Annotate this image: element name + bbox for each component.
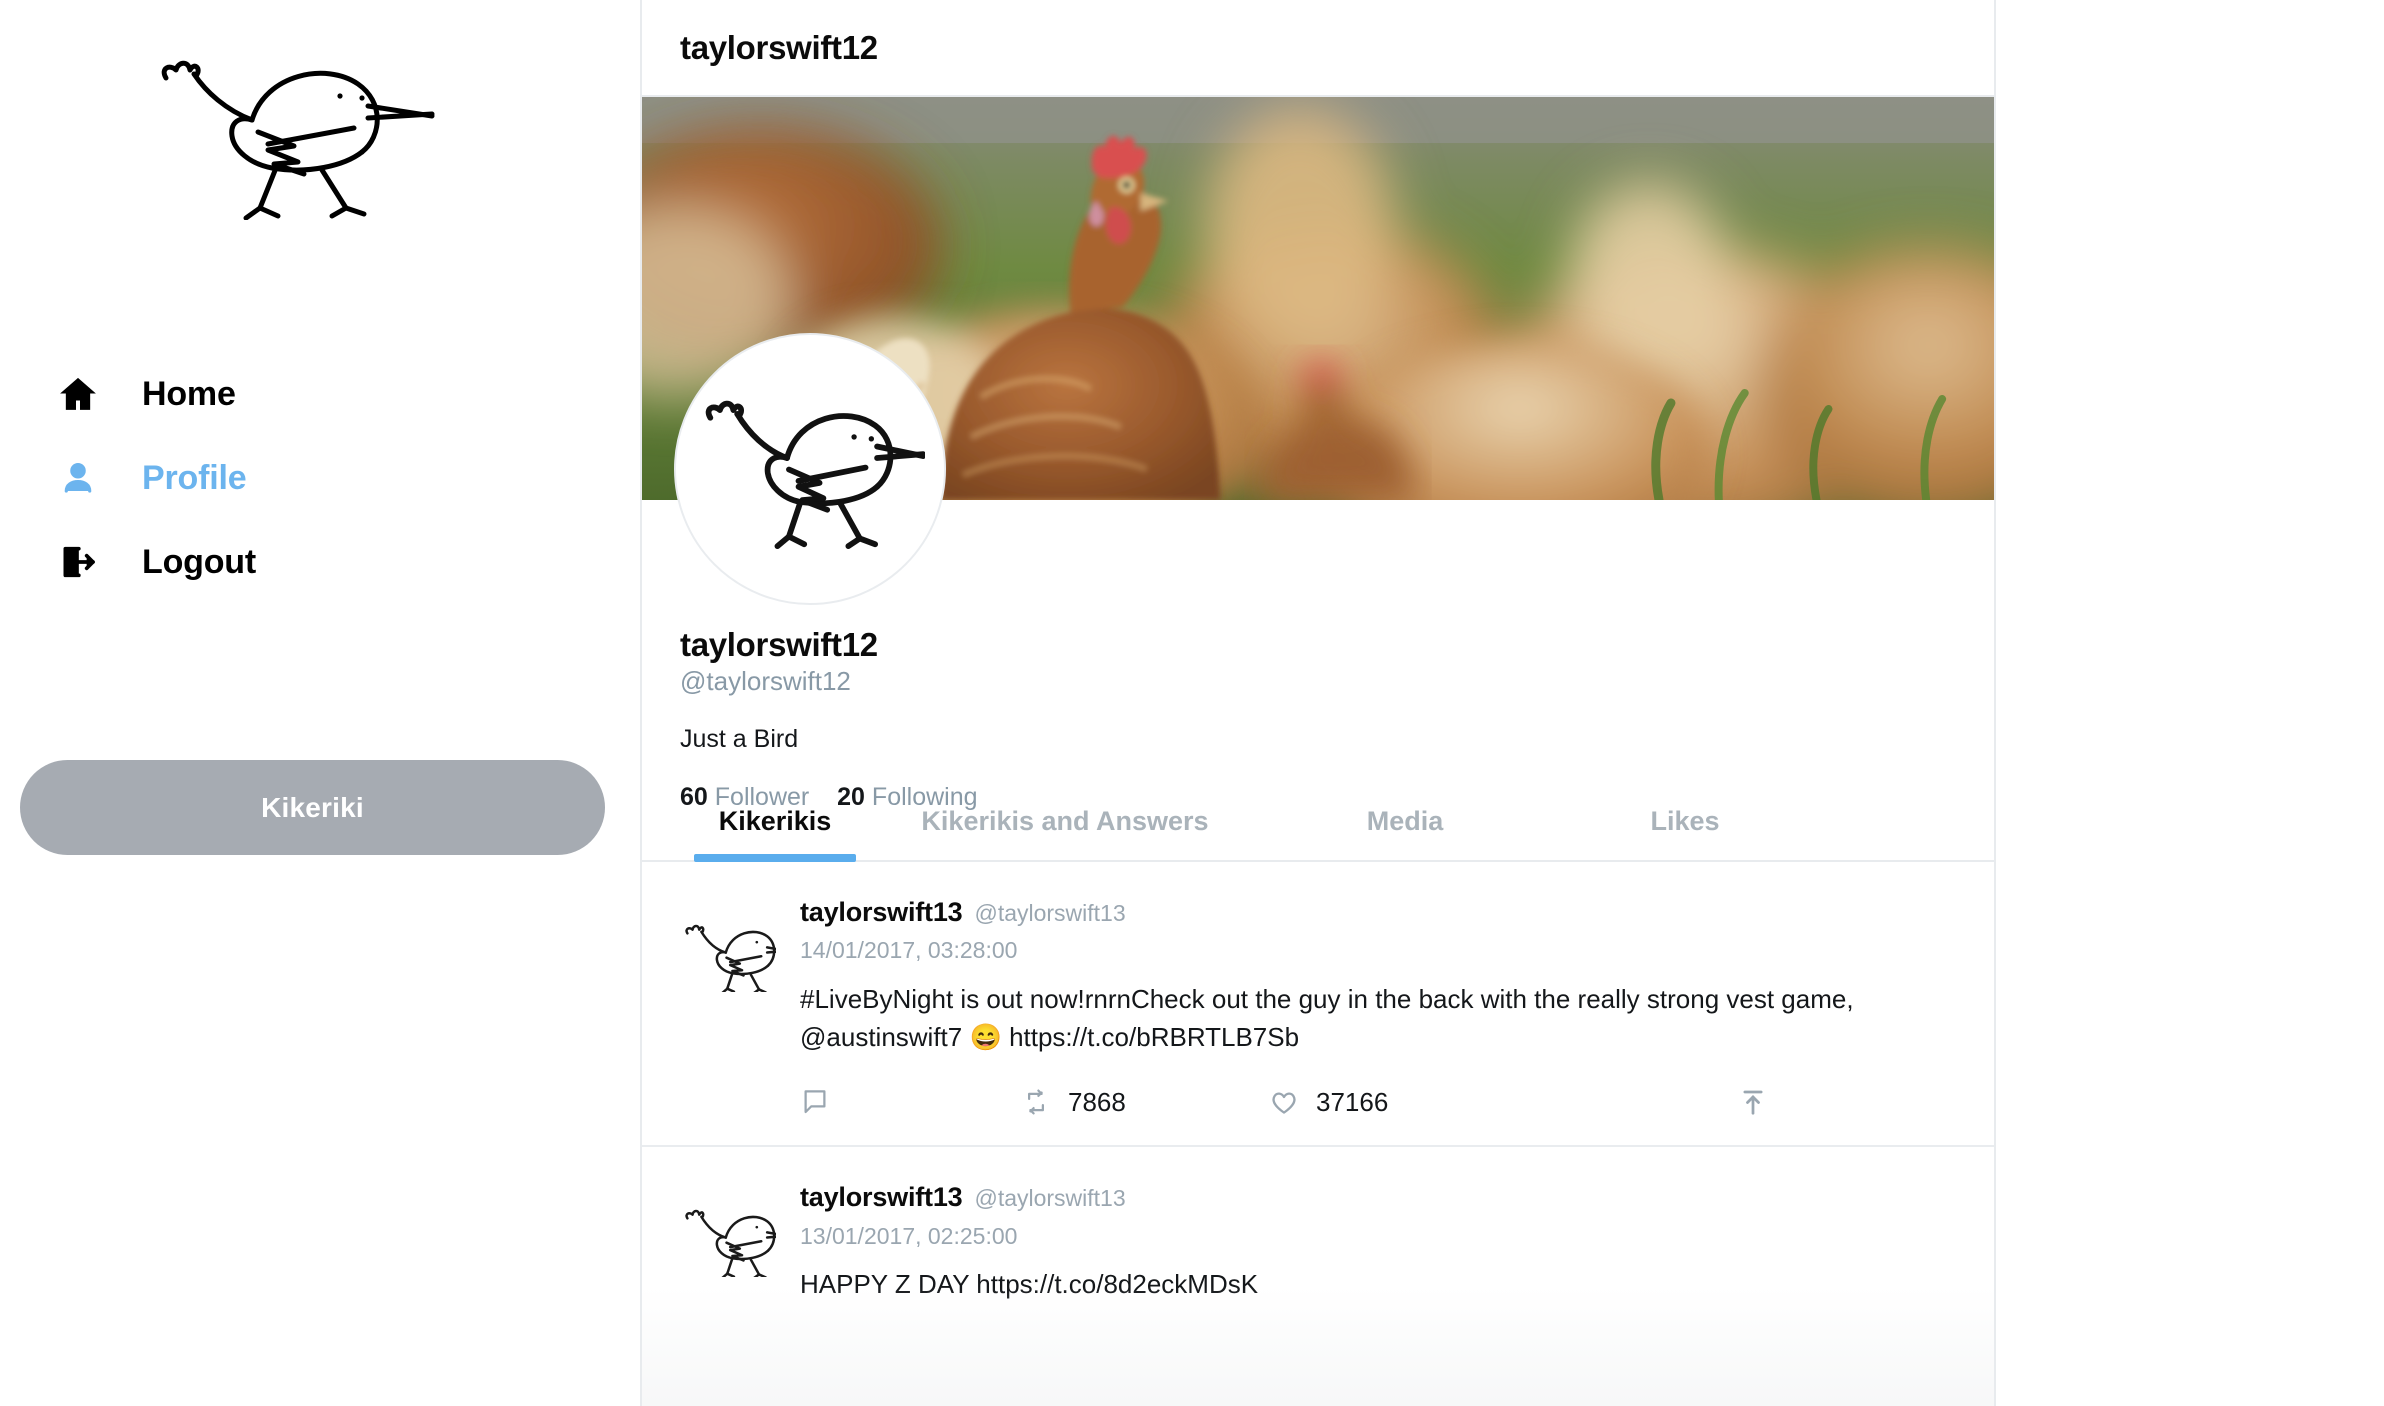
top-header-bar: taylorswift12: [642, 0, 1994, 97]
post-header: taylorswift13 @taylorswift13: [800, 1181, 1956, 1213]
grinning-face-emoji: 😄: [969, 1021, 1002, 1052]
logout-icon: [56, 540, 100, 584]
profile-avatar[interactable]: [674, 333, 946, 605]
post-author-handle: @taylorswift13: [974, 1185, 1126, 1212]
tab-likes-label: Likes: [1650, 805, 1720, 836]
like-count: 37166: [1316, 1086, 1389, 1117]
post-action-bar: 7868 37166: [800, 1083, 1956, 1145]
post-body: taylorswift13 @taylorswift13 13/01/2017,…: [778, 1181, 1956, 1343]
post-item[interactable]: taylorswift13 @taylorswift13 13/01/2017,…: [642, 1147, 1994, 1344]
comment-icon: [800, 1087, 830, 1117]
post-text: #LiveByNight is out now!rnrnCheck out th…: [800, 981, 1910, 1056]
post-author-name: taylorswift13: [800, 897, 963, 927]
reply-action[interactable]: [800, 1087, 1020, 1117]
tab-kikerikis-and-answers-label: Kikerikis and Answers: [921, 805, 1209, 836]
sidebar-item-home-label: Home: [142, 375, 236, 413]
retweet-count: 7868: [1068, 1086, 1126, 1117]
person-icon: [56, 456, 100, 500]
page-title: taylorswift12: [680, 28, 878, 66]
post-timestamp: 14/01/2017, 03:28:00: [800, 937, 1018, 964]
sidebar-item-profile-label: Profile: [142, 459, 247, 497]
tab-likes[interactable]: Likes: [1550, 780, 1820, 862]
heart-icon: [1268, 1087, 1300, 1117]
post-text: HAPPY Z DAY https://t.co/8d2eckMDsK: [800, 1269, 1259, 1300]
brand-bird-logo: [148, 40, 438, 220]
tab-media[interactable]: Media: [1260, 780, 1550, 862]
profile-handle: @taylorswift12: [680, 665, 851, 696]
profile-info-block: taylorswift12 @taylorswift12 Just a Bird…: [642, 333, 1994, 811]
tab-media-label: Media: [1366, 805, 1444, 836]
share-action[interactable]: [1738, 1086, 1768, 1118]
post-timestamp: 13/01/2017, 02:25:00: [800, 1222, 1018, 1249]
sidebar-item-logout[interactable]: Logout: [0, 536, 640, 588]
sidebar-item-profile[interactable]: Profile: [0, 452, 640, 504]
sidebar-item-logout-label: Logout: [142, 543, 256, 581]
tab-kikerikis[interactable]: Kikerikis: [680, 780, 870, 862]
tab-kikerikis-and-answers[interactable]: Kikerikis and Answers: [870, 780, 1260, 862]
post-author-avatar[interactable]: [680, 896, 778, 1145]
app-root: Home Profile Logout Kikeriki taylorswift…: [0, 0, 2384, 1406]
post-text-part-1: #LiveByNight is out now!rnrnCheck out th…: [800, 983, 1854, 1052]
post-body: taylorswift13 @taylorswift13 14/01/2017,…: [778, 896, 1956, 1145]
profile-bio: Just a Bird: [680, 725, 799, 754]
post-item[interactable]: taylorswift13 @taylorswift13 14/01/2017,…: [642, 862, 1994, 1148]
sidebar-nav: Home Profile Logout: [0, 368, 640, 620]
post-text-part-2: https://t.co/bRBRTLB7Sb: [1001, 1021, 1300, 1052]
tab-kikerikis-label: Kikerikis: [718, 805, 832, 836]
sidebar: Home Profile Logout Kikeriki: [0, 0, 640, 1406]
post-author-handle: @taylorswift13: [974, 900, 1126, 926]
post-author-avatar[interactable]: [680, 1181, 778, 1343]
main-content-column: taylorswift12 taylorswift12 @taylorswift…: [640, 0, 1996, 1406]
share-upload-icon: [1738, 1086, 1768, 1118]
post-header: taylorswift13 @taylorswift13: [800, 896, 1956, 928]
post-author-name: taylorswift13: [800, 1182, 963, 1213]
like-action[interactable]: 37166: [1268, 1087, 1518, 1118]
home-icon: [56, 372, 100, 416]
right-gutter: [1996, 0, 2384, 1406]
profile-tabs: Kikerikis Kikerikis and Answers Media Li…: [642, 780, 1994, 862]
retweet-action[interactable]: 7868: [1020, 1087, 1268, 1118]
sidebar-item-home[interactable]: Home: [0, 368, 640, 420]
retweet-icon: [1020, 1087, 1052, 1117]
compose-kikeriki-button[interactable]: Kikeriki: [20, 760, 605, 855]
